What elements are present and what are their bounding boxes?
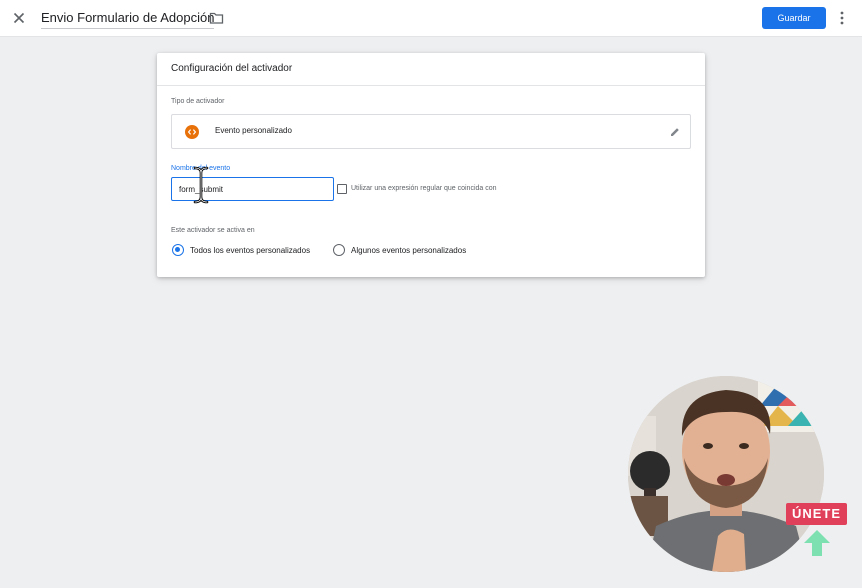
trigger-type-name: Evento personalizado [215, 126, 292, 135]
regex-checkbox-label: Utilizar una expresión regular que coinc… [351, 185, 497, 192]
trigger-config-card: Configuración del activador Tipo de acti… [157, 53, 705, 277]
presenter-webcam [628, 376, 824, 572]
event-name-label: Nombre del evento [171, 165, 231, 172]
trigger-type-selector[interactable]: Evento personalizado [171, 114, 691, 149]
fires-on-label: Este activador se activa en [171, 227, 255, 234]
join-badge-button[interactable]: ÚNETE [786, 503, 847, 525]
pencil-icon[interactable] [669, 126, 681, 138]
more-vert-icon[interactable] [836, 10, 848, 26]
top-bar: Envio Formulario de Adopción Guardar [0, 0, 862, 37]
radio-some-custom-events-label: Algunos eventos personalizados [351, 246, 467, 255]
workspace-title[interactable]: Envio Formulario de Adopción [41, 9, 215, 29]
radio-some-custom-events[interactable] [333, 244, 345, 256]
close-icon[interactable] [10, 9, 28, 27]
regex-checkbox[interactable] [337, 184, 347, 194]
trigger-type-label: Tipo de activador [171, 98, 225, 105]
card-title: Configuración del activador [157, 53, 705, 86]
radio-all-custom-events[interactable] [172, 244, 184, 256]
event-name-input[interactable] [171, 177, 334, 201]
save-button[interactable]: Guardar [762, 7, 826, 29]
up-arrow-icon [804, 530, 830, 556]
custom-event-icon [185, 125, 199, 139]
radio-all-custom-events-label: Todos los eventos personalizados [190, 246, 311, 255]
folder-icon[interactable] [209, 11, 224, 25]
presenter-image [628, 376, 824, 572]
